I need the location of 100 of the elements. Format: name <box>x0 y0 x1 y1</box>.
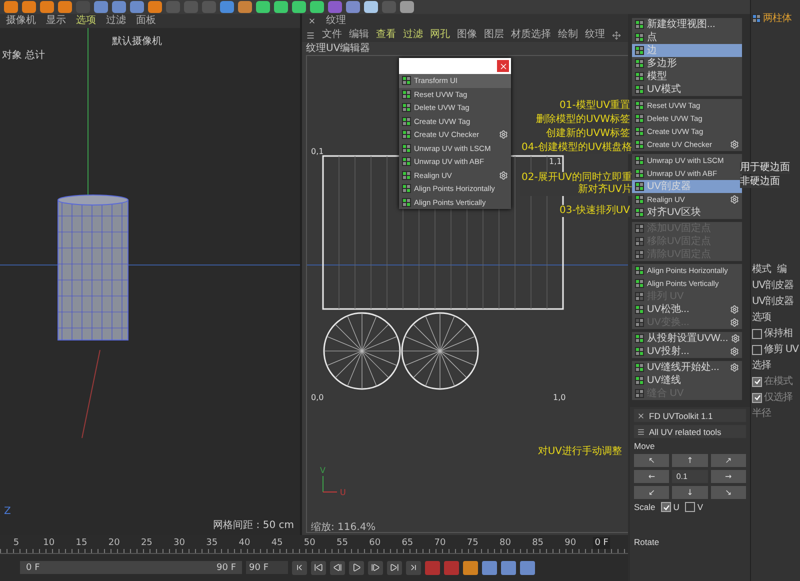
move-button[interactable]: ↙ <box>634 486 670 499</box>
rotation-key-button[interactable] <box>520 560 535 574</box>
settings-icon[interactable] <box>730 140 739 149</box>
menu-item[interactable]: 文件 <box>322 28 342 42</box>
toolbar-icon[interactable] <box>310 1 324 13</box>
menu-item[interactable]: 编 <box>776 263 786 276</box>
command-item[interactable]: 对齐UV区块 <box>632 206 742 219</box>
toolbar-icon[interactable] <box>4 1 18 13</box>
first-frame-icon[interactable] <box>295 563 304 572</box>
menu-item[interactable]: 模式 <box>752 263 771 276</box>
checkbox[interactable] <box>752 376 762 386</box>
frame-range-bar[interactable]: 0 F 90 F <box>20 561 242 574</box>
command-item[interactable]: 多边形 <box>632 57 742 70</box>
toolbar-icon[interactable] <box>40 1 54 13</box>
menu-item[interactable]: 网孔 <box>430 28 450 42</box>
command-item[interactable]: UV缝线 <box>632 374 742 387</box>
menu-item[interactable]: 摄像机 <box>6 14 36 28</box>
settings-icon[interactable] <box>730 347 739 356</box>
menu-item[interactable]: 编辑 <box>349 28 369 42</box>
toolbar-icon[interactable] <box>238 1 252 13</box>
toolbar-icon[interactable] <box>148 1 162 13</box>
previous-key-button[interactable] <box>311 560 326 574</box>
menu-icon[interactable] <box>637 428 645 436</box>
previous-key-icon[interactable] <box>314 563 323 572</box>
command-item[interactable]: UV投射... <box>632 345 742 358</box>
scale-key-button[interactable] <box>501 560 516 574</box>
command-item[interactable]: UV模式 <box>632 83 742 96</box>
settings-icon[interactable] <box>730 195 739 204</box>
checkbox-label: 在模式 <box>764 375 792 388</box>
menu-item[interactable]: 图层 <box>484 28 504 42</box>
keyframe-button[interactable] <box>463 560 478 574</box>
close-icon[interactable] <box>308 17 316 25</box>
menu-icon[interactable] <box>306 30 315 40</box>
move-button[interactable]: ↖ <box>634 454 670 467</box>
previous-frame-icon[interactable] <box>333 563 342 572</box>
move-step-field[interactable]: 0.1 <box>672 470 708 483</box>
current-frame-field[interactable]: 0 F <box>592 537 610 549</box>
toolbar-icon[interactable] <box>58 1 72 13</box>
toolbar-icon[interactable] <box>274 1 288 13</box>
menu-item[interactable]: 绘制 <box>558 28 578 42</box>
move-button[interactable]: ↑ <box>672 454 708 467</box>
toolbar-icon[interactable] <box>94 1 108 13</box>
close-icon[interactable] <box>637 412 645 420</box>
panel-tab[interactable]: 纹理 <box>326 14 346 28</box>
toolbar-icon[interactable] <box>22 1 36 13</box>
first-frame-button[interactable] <box>292 560 307 574</box>
object-name[interactable]: 两柱体 <box>763 12 792 25</box>
menu-item[interactable]: 图像 <box>457 28 477 42</box>
menu-item[interactable]: 材质选择 <box>511 28 551 42</box>
settings-icon[interactable] <box>731 334 740 343</box>
settings-icon[interactable] <box>730 305 739 314</box>
toolbar-icon[interactable] <box>112 1 126 13</box>
previous-frame-button[interactable] <box>330 560 345 574</box>
settings-icon[interactable] <box>499 130 508 140</box>
menu-item[interactable]: 纹理 <box>585 28 605 42</box>
move-button[interactable]: ← <box>634 470 670 483</box>
checkbox[interactable] <box>661 502 672 512</box>
menu-item[interactable]: 查看 <box>376 28 396 42</box>
toolbar-icon[interactable] <box>364 1 378 13</box>
next-frame-button[interactable] <box>368 560 383 574</box>
checkbox[interactable] <box>752 392 762 402</box>
toolbar-icon[interactable] <box>346 1 360 13</box>
end-frame-field[interactable]: 90 F <box>246 561 288 574</box>
command-item[interactable]: UV缝线开始处... <box>632 361 742 374</box>
menu-item[interactable]: 过滤 <box>403 28 423 42</box>
move-button[interactable]: ↗ <box>710 454 746 467</box>
checkbox[interactable] <box>752 344 762 354</box>
toolbar-icon[interactable] <box>400 1 414 13</box>
last-frame-icon[interactable] <box>409 563 418 572</box>
command-item[interactable]: 模型 <box>632 70 742 83</box>
menu-item[interactable]: 过滤 <box>106 14 126 28</box>
move-button[interactable]: → <box>710 470 746 483</box>
settings-icon[interactable] <box>730 363 739 372</box>
menu-item[interactable]: 面板 <box>136 14 156 28</box>
play-icon[interactable] <box>352 563 361 572</box>
toolbar-icon[interactable] <box>256 1 270 13</box>
move-button[interactable]: ↘ <box>710 486 746 499</box>
tool-icon <box>402 170 411 180</box>
menu-item[interactable]: 显示 <box>46 14 66 28</box>
settings-icon[interactable] <box>499 170 508 180</box>
command-item[interactable]: UV松弛... <box>632 303 742 316</box>
command-item[interactable]: 点 <box>632 31 742 44</box>
toolbar-icon[interactable] <box>130 1 144 13</box>
last-frame-button[interactable] <box>406 560 421 574</box>
move-button[interactable]: ↓ <box>672 486 708 499</box>
next-frame-icon[interactable] <box>371 563 380 572</box>
frame-number: 40 <box>238 537 252 550</box>
next-key-icon[interactable] <box>390 563 399 572</box>
command-item[interactable]: 新建纹理视图... <box>632 18 742 31</box>
position-key-button[interactable] <box>482 560 497 574</box>
checkbox[interactable] <box>752 328 762 338</box>
checkbox[interactable] <box>685 502 696 512</box>
options-tab[interactable]: 选项 <box>752 311 800 324</box>
next-key-button[interactable] <box>387 560 402 574</box>
command-item[interactable]: 从投射设置UVW... <box>632 332 742 345</box>
menu-item[interactable]: 选项 <box>76 14 96 28</box>
toolbar-icon[interactable] <box>220 1 234 13</box>
move-icon[interactable] <box>612 30 621 40</box>
toolbar-icon[interactable] <box>292 1 306 13</box>
play-button[interactable] <box>349 560 364 574</box>
